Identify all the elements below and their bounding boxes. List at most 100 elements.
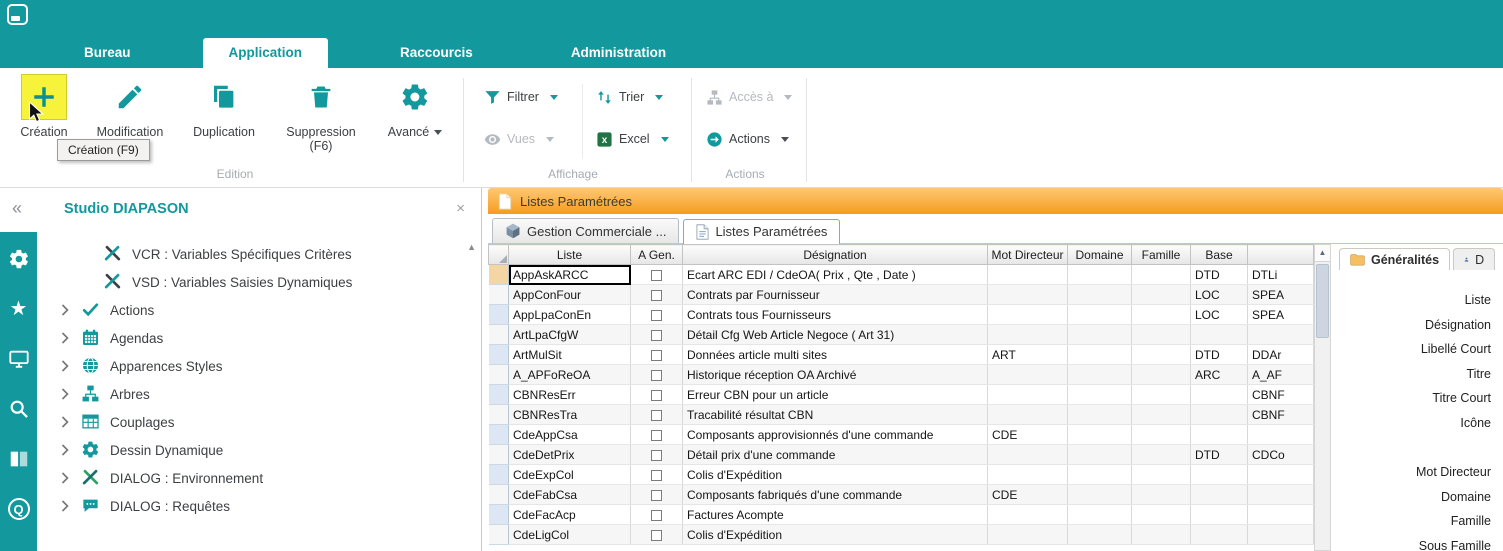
cell-domaine[interactable] xyxy=(1068,365,1132,385)
cell-domaine[interactable] xyxy=(1068,505,1132,525)
table-row[interactable]: CdeExpCol Colis d'Expédition xyxy=(489,465,1314,485)
table-row[interactable]: CdeFacAcp Factures Acompte xyxy=(489,505,1314,525)
cell-base[interactable]: DTD xyxy=(1191,345,1248,365)
ribbon-tab-application[interactable]: Application xyxy=(203,38,329,68)
table-row[interactable]: ArtMulSit Données article multi sites AR… xyxy=(489,345,1314,365)
cell-famille[interactable] xyxy=(1132,365,1191,385)
scroll-up-button[interactable]: ▲ xyxy=(1315,245,1330,262)
cell-famille[interactable] xyxy=(1132,485,1191,505)
row-selector-cell[interactable] xyxy=(489,265,509,285)
cell-domaine[interactable] xyxy=(1068,425,1132,445)
trier-button[interactable]: Trier xyxy=(596,86,663,108)
tree-item-vsd[interactable]: VSD : Variables Saisies Dynamiques xyxy=(37,268,481,296)
row-selector-cell[interactable] xyxy=(489,405,509,425)
cell-liste[interactable]: AppConFour xyxy=(509,285,631,305)
tree-item-actions[interactable]: Actions xyxy=(37,296,481,324)
table-row[interactable]: ArtLpaCfgW Détail Cfg Web Article Negoce… xyxy=(489,325,1314,345)
cell-base[interactable]: DTD xyxy=(1191,445,1248,465)
cell-liste[interactable]: CdeExpCol xyxy=(509,465,631,485)
cell-famille[interactable] xyxy=(1132,285,1191,305)
row-selector-cell[interactable] xyxy=(489,325,509,345)
table-row[interactable]: AppLpaConEn Contrats tous Fournisseurs L… xyxy=(489,305,1314,325)
cell-mot-directeur[interactable] xyxy=(988,385,1068,405)
chevron-right-icon[interactable] xyxy=(61,500,77,512)
cell-extra[interactable] xyxy=(1248,485,1314,505)
cell-designation[interactable]: Erreur CBN pour un article xyxy=(683,385,988,405)
tree-item-dialog-requetes[interactable]: DIALOG : Requêtes xyxy=(37,492,481,520)
cell-domaine[interactable] xyxy=(1068,385,1132,405)
cell-base[interactable] xyxy=(1191,525,1248,545)
cell-liste[interactable]: CBNResErr xyxy=(509,385,631,405)
cell-famille[interactable] xyxy=(1132,505,1191,525)
cell-mot-directeur[interactable]: ART xyxy=(988,345,1068,365)
table-row[interactable]: CdeFabCsa Composants fabriqués d'une com… xyxy=(489,485,1314,505)
cell-base[interactable]: DTD xyxy=(1191,265,1248,285)
avance-button[interactable]: Avancé xyxy=(374,74,456,139)
scroll-up-icon[interactable]: ▲ xyxy=(467,242,476,252)
row-selector-cell[interactable] xyxy=(489,465,509,485)
table-row[interactable]: CdeAppCsa Composants approvisionnés d'un… xyxy=(489,425,1314,445)
cell-extra[interactable]: CBNF xyxy=(1248,385,1314,405)
cell-designation[interactable]: Tracabilité résultat CBN xyxy=(683,405,988,425)
cell-domaine[interactable] xyxy=(1068,405,1132,425)
cell-mot-directeur[interactable] xyxy=(988,525,1068,545)
cell-liste[interactable]: AppAskARCC xyxy=(509,265,631,285)
cell-extra[interactable]: A_AF xyxy=(1248,365,1314,385)
cell-base[interactable] xyxy=(1191,425,1248,445)
cell-famille[interactable] xyxy=(1132,345,1191,365)
cell-famille[interactable] xyxy=(1132,405,1191,425)
cell-liste[interactable]: AppLpaConEn xyxy=(509,305,631,325)
tab-gestion-commerciale[interactable]: Gestion Commerciale ... xyxy=(492,218,679,243)
table-row[interactable]: AppAskARCC Ecart ARC EDI / CdeOA( Prix ,… xyxy=(489,265,1314,285)
cell-designation[interactable]: Colis d'Expédition xyxy=(683,525,988,545)
cell-liste[interactable]: CdeLigCol xyxy=(509,525,631,545)
cell-designation[interactable]: Ecart ARC EDI / CdeOA( Prix , Qte , Date… xyxy=(683,265,988,285)
a-gen-checkbox[interactable] xyxy=(651,270,662,281)
chevron-right-icon[interactable] xyxy=(61,444,77,456)
column-header-extra[interactable] xyxy=(1248,245,1314,265)
row-selector-cell[interactable] xyxy=(489,445,509,465)
collapse-panel-icon[interactable]: « xyxy=(12,198,22,219)
cell-famille[interactable] xyxy=(1132,325,1191,345)
cell-domaine[interactable] xyxy=(1068,445,1132,465)
ribbon-tab-bureau[interactable]: Bureau xyxy=(58,38,157,68)
cell-designation[interactable]: Détail prix d'une commande xyxy=(683,445,988,465)
cell-famille[interactable] xyxy=(1132,425,1191,445)
monitor-icon[interactable] xyxy=(6,346,32,372)
cell-designation[interactable]: Détail Cfg Web Article Negoce ( Art 31) xyxy=(683,325,988,345)
table-vertical-scrollbar[interactable]: ▲ xyxy=(1314,244,1331,551)
cell-base[interactable]: LOC xyxy=(1191,305,1248,325)
cell-designation[interactable]: Factures Acompte xyxy=(683,505,988,525)
row-selector-cell[interactable] xyxy=(489,305,509,325)
chevron-right-icon[interactable] xyxy=(61,304,77,316)
actions-button[interactable]: Actions xyxy=(706,128,789,150)
cell-extra[interactable]: SPEA xyxy=(1248,285,1314,305)
tree-item-dialog-environnement[interactable]: DIALOG : Environnement xyxy=(37,464,481,492)
cell-base[interactable] xyxy=(1191,465,1248,485)
cell-mot-directeur[interactable] xyxy=(988,465,1068,485)
a-gen-checkbox[interactable] xyxy=(651,330,662,341)
cell-base[interactable]: ARC xyxy=(1191,365,1248,385)
tree-item-dessin-dynamique[interactable]: Dessin Dynamique xyxy=(37,436,481,464)
cell-designation[interactable]: Historique réception OA Archivé xyxy=(683,365,988,385)
cell-domaine[interactable] xyxy=(1068,305,1132,325)
a-gen-checkbox[interactable] xyxy=(651,430,662,441)
cell-domaine[interactable] xyxy=(1068,345,1132,365)
column-header-liste[interactable]: Liste xyxy=(509,245,631,265)
cell-liste[interactable]: CdeFabCsa xyxy=(509,485,631,505)
cell-famille[interactable] xyxy=(1132,305,1191,325)
cell-famille[interactable] xyxy=(1132,525,1191,545)
cell-mot-directeur[interactable]: CDE xyxy=(988,485,1068,505)
chevron-right-icon[interactable] xyxy=(61,388,77,400)
cell-designation[interactable]: Colis d'Expédition xyxy=(683,465,988,485)
cell-domaine[interactable] xyxy=(1068,485,1132,505)
a-gen-checkbox[interactable] xyxy=(651,530,662,541)
acces-a-button[interactable]: Accès à xyxy=(706,86,792,108)
cell-domaine[interactable] xyxy=(1068,285,1132,305)
cell-base[interactable] xyxy=(1191,505,1248,525)
a-gen-checkbox[interactable] xyxy=(651,310,662,321)
close-panel-icon[interactable]: × xyxy=(456,200,465,217)
cell-designation[interactable]: Contrats tous Fournisseurs xyxy=(683,305,988,325)
cell-mot-directeur[interactable] xyxy=(988,405,1068,425)
cell-extra[interactable]: CBNF xyxy=(1248,405,1314,425)
